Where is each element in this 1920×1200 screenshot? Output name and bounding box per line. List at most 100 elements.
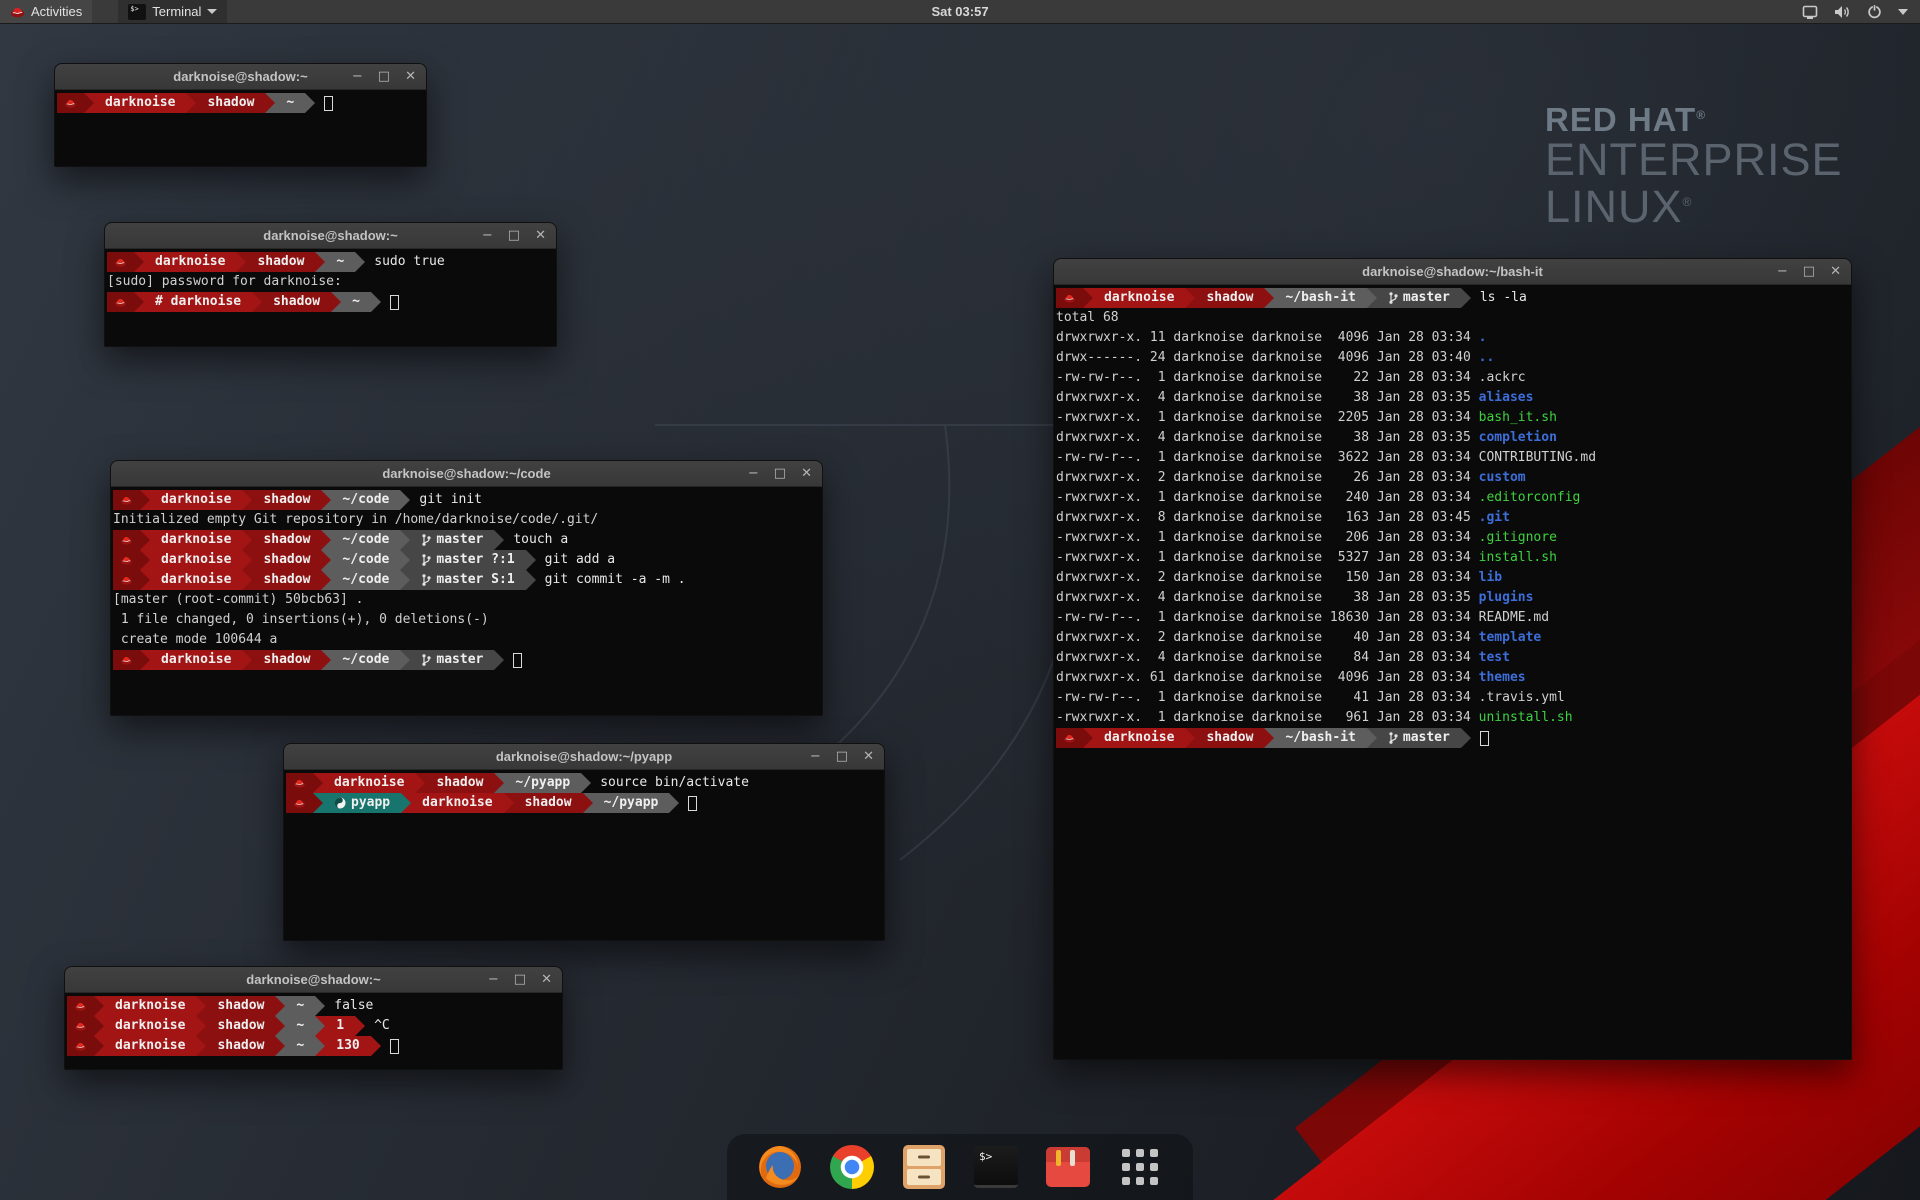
powerline-arrow-icon [1461,728,1471,748]
terminal-content[interactable]: darknoiseshadow~sudo true[sudo] password… [105,249,556,346]
prompt-segment-path: ~ [325,252,355,272]
terminal-content[interactable]: darknoiseshadow~/bash-itmasterls -latota… [1054,285,1851,1059]
powerline-arrow-icon [140,650,150,670]
terminal-prompt-line: darknoiseshadow~1^C [67,1016,562,1036]
maximize-button[interactable]: □ [378,70,390,83]
powerline-arrow-icon [265,93,275,113]
minimize-button[interactable]: − [488,973,499,986]
file-attributes: -rwxrwxr-x. 1 darknoise darknoise 5327 J… [1056,550,1479,565]
powerline-arrow-icon [242,490,252,510]
fedora-icon [120,494,133,506]
maximize-button[interactable]: □ [514,973,526,986]
powerline-arrow-icon [1264,288,1274,308]
window-titlebar[interactable]: darknoise@shadow:~−□✕ [65,967,562,993]
terminal-icon[interactable]: $> [973,1144,1019,1190]
window-titlebar[interactable]: darknoise@shadow:~−□✕ [105,223,556,249]
powerline-arrow-icon [315,252,325,272]
file-list-row: drwxrwxr-x. 61 darknoise darknoise 4096 … [1056,668,1851,688]
terminal-content[interactable]: darknoiseshadow~/pyappsource bin/activat… [284,770,884,940]
close-button[interactable]: ✕ [405,70,416,83]
close-button[interactable]: ✕ [863,750,874,763]
prompt-segment-user: darknoise [323,773,415,793]
file-list-row: drwxrwxr-x. 8 darknoise darknoise 163 Ja… [1056,508,1851,528]
firefox-icon[interactable] [757,1144,803,1190]
terminal-prompt-line: darknoiseshadow~sudo true [107,252,556,272]
powerline-arrow-icon [313,793,323,813]
prompt-segment-host: shadow [252,650,321,670]
file-list-row: -rwxrwxr-x. 1 darknoise darknoise 961 Ja… [1056,708,1851,728]
maximize-button[interactable]: □ [774,467,786,480]
prompt-segment-git: master [1377,728,1461,748]
window-titlebar[interactable]: darknoise@shadow:~/code − □ ✕ [111,461,822,487]
app-menu-label: Terminal [152,4,201,19]
terminal-content[interactable]: darknoiseshadow~/codegit initInitialized… [111,487,822,715]
window-titlebar[interactable]: darknoise@shadow:~−□✕ [55,64,426,90]
prompt-segment-host: shadow [1195,728,1264,748]
app-menu-terminal[interactable]: $> Terminal [118,0,227,23]
close-button[interactable]: ✕ [801,467,812,480]
maximize-button[interactable]: □ [1803,265,1815,278]
prompt-segment-hat [286,773,313,793]
minimize-button[interactable]: − [810,750,821,763]
powerline-arrow-icon [1185,728,1195,748]
terminal-window: darknoise@shadow:~−□✕darknoiseshadow~ [54,63,427,167]
powerline-arrow-icon [400,650,410,670]
prompt-segment-host: shadow [1195,288,1264,308]
dock: $> [727,1134,1193,1200]
prompt-segment-path: ~/code [331,650,400,670]
display-icon[interactable] [1802,5,1818,19]
terminal-content[interactable]: darknoiseshadow~ [55,90,426,166]
prompt-segment-host: shadow [206,1016,275,1036]
files-icon[interactable] [901,1144,947,1190]
file-name: . [1479,330,1487,345]
prompt-segment-hat [1056,288,1083,308]
power-icon[interactable] [1867,4,1882,19]
app-grid-icon[interactable] [1117,1144,1163,1190]
minimize-button[interactable]: − [352,70,363,83]
file-name: bash_it.sh [1479,410,1557,425]
terminal-cursor [390,295,399,310]
file-attributes: -rw-rw-r--. 1 darknoise darknoise 18630 … [1056,610,1479,625]
activities-button[interactable]: Activities [0,0,92,23]
close-button[interactable]: ✕ [535,229,546,242]
close-button[interactable]: ✕ [541,973,552,986]
prompt-segment-venv: pyapp [323,793,401,813]
prompt-segment-path: ~ [285,1016,315,1036]
powerline-arrow-icon [134,292,144,312]
fedora-icon [10,4,25,19]
volume-icon[interactable] [1834,5,1851,19]
file-attributes: drwxrwxr-x. 4 darknoise darknoise 84 Jan… [1056,650,1479,665]
minimize-button[interactable]: − [1777,265,1788,278]
prompt-segment-hat [107,292,134,312]
powerline-arrow-icon [355,252,365,272]
maximize-button[interactable]: □ [508,229,520,242]
file-list-row: drwxrwxr-x. 4 darknoise darknoise 38 Jan… [1056,428,1851,448]
powerline-arrow-icon [494,650,504,670]
file-attributes: drwx------. 24 darknoise darknoise 4096 … [1056,350,1479,365]
powerline-arrow-icon [94,996,104,1016]
window-titlebar[interactable]: darknoise@shadow:~/bash-it − □ ✕ [1054,259,1851,285]
window-title: darknoise@shadow:~/bash-it [1362,264,1543,279]
terminal-output-line: Initialized empty Git repository in /hom… [113,510,822,530]
minimize-button[interactable]: − [748,467,759,480]
maximize-button[interactable]: □ [836,750,848,763]
minimize-button[interactable]: − [482,229,493,242]
chevron-down-icon[interactable] [1898,9,1908,15]
powerline-arrow-icon [400,530,410,550]
toolbox-icon[interactable] [1045,1144,1091,1190]
window-titlebar[interactable]: darknoise@shadow:~/pyapp−□✕ [284,744,884,770]
terminal-window: darknoise@shadow:~/code−□✕darknoiseshado… [110,460,823,716]
window-title: darknoise@shadow:~/code [382,466,550,481]
prompt-segment-host: shadow [206,996,275,1016]
powerline-arrow-icon [581,773,591,793]
terminal-content[interactable]: darknoiseshadow~falsedarknoiseshadow~1^C… [65,993,562,1069]
clock[interactable]: Sat 03:57 [931,4,988,19]
command-text: sudo true [374,252,444,272]
prompt-segment-path: ~ [341,292,371,312]
prompt-segment-hat [1056,728,1083,748]
file-list-row: -rwxrwxr-x. 1 darknoise darknoise 206 Ja… [1056,528,1851,548]
prompt-segment-hat [67,996,94,1016]
terminal-output-line: 1 file changed, 0 insertions(+), 0 delet… [113,610,822,630]
close-button[interactable]: ✕ [1830,265,1841,278]
chrome-icon[interactable] [829,1144,875,1190]
